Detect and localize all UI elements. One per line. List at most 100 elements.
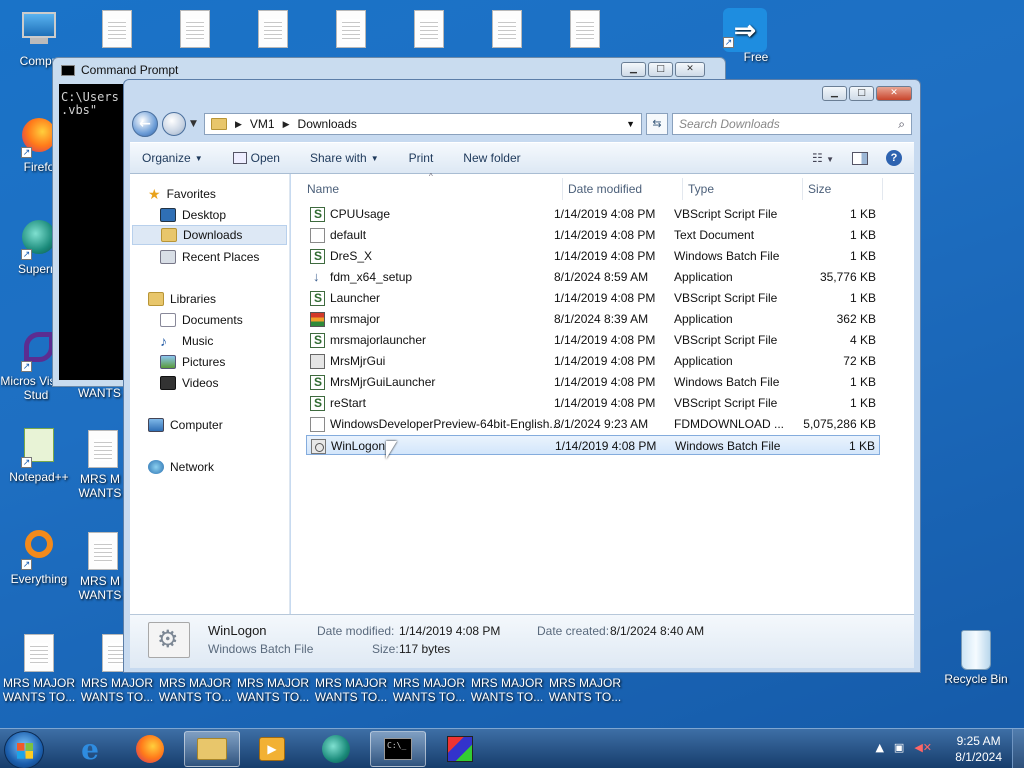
preview-pane-icon[interactable] (852, 151, 868, 165)
nav-favorites[interactable]: ★ Favorites (148, 184, 216, 204)
address-dropdown-icon[interactable]: ▼ (626, 119, 635, 129)
organize-button[interactable]: Organize ▼ (142, 151, 203, 165)
taskbar-media-player[interactable]: ▶ (244, 731, 300, 767)
search-input[interactable]: Search Downloads ⌕ (672, 113, 912, 135)
desktop-icon-notepadpp[interactable]: ↗ Notepad++ (0, 428, 78, 484)
desktop-doc[interactable] (78, 10, 156, 52)
supermium-icon (322, 735, 350, 763)
file-row[interactable]: default 1/14/2019 4:08 PM Text Document 1 K… (306, 225, 880, 245)
column-divider[interactable] (562, 178, 563, 200)
document-icon (567, 10, 603, 50)
column-header-type[interactable]: Type (688, 182, 714, 196)
file-row[interactable]: Launcher 1/14/2019 4:08 PM VBScript Script… (306, 288, 880, 308)
desktop-doc[interactable] (546, 10, 624, 52)
desktop-doc-mrs[interactable]: MRS MAJOR WANTS TO... (0, 634, 78, 704)
file-row[interactable]: reStart 1/14/2019 4:08 PM VBScript Script … (306, 393, 880, 413)
column-header-date[interactable]: Date modified (568, 182, 642, 196)
file-row[interactable]: DreS_X 1/14/2019 4:08 PM Windows Batch Fil… (306, 246, 880, 266)
column-divider[interactable] (682, 178, 683, 200)
nav-computer[interactable]: Computer (148, 415, 223, 435)
desktop-doc[interactable] (390, 10, 468, 52)
show-desktop-button[interactable] (1012, 729, 1024, 768)
desktop-icon-free[interactable]: ⇒ ↗ Free (702, 8, 780, 64)
nav-network[interactable]: Network (148, 457, 214, 477)
column-header-size[interactable]: Size (808, 182, 831, 196)
nav-music[interactable]: ♪ Music (160, 331, 213, 351)
address-bar[interactable]: ▶ VM1 ▶ Downloads ▼ (204, 113, 642, 135)
nav-videos[interactable]: Videos (160, 373, 218, 393)
minimize-button[interactable]: ▁ (822, 86, 847, 101)
breadcrumb-downloads[interactable]: Downloads (298, 117, 357, 131)
file-date: 1/14/2019 4:08 PM (554, 333, 656, 347)
breadcrumb-separator-icon[interactable]: ▶ (235, 119, 242, 130)
share-with-button[interactable]: Share with ▼ (310, 151, 379, 165)
start-button[interactable] (4, 731, 44, 768)
show-hidden-icons-icon[interactable]: ▲ (875, 741, 883, 754)
forward-button[interactable] (162, 112, 186, 136)
file-row[interactable]: WindowsDeveloperPreview-64bit-English...… (306, 414, 880, 434)
nav-documents[interactable]: Documents (160, 310, 243, 330)
desktop-icon-label: Firefo (23, 160, 55, 174)
desktop-icon-recycle-bin[interactable]: Recycle Bin (936, 630, 1016, 686)
file-row[interactable]: MrsMjrGui 1/14/2019 4:08 PM Application 72 … (306, 351, 880, 371)
taskbar-internet-explorer[interactable]: e (62, 731, 118, 767)
details-date-created-label: Date created: (537, 624, 610, 638)
desktop-doc[interactable] (234, 10, 312, 52)
new-folder-button[interactable]: New folder (463, 151, 520, 165)
taskbar-supermium[interactable] (308, 731, 364, 767)
file-size: 5,075,286 KB (803, 417, 876, 431)
desktop-icon-everything[interactable]: ↗ Everything (0, 530, 78, 586)
taskbar-firefox[interactable] (122, 731, 178, 767)
nav-desktop[interactable]: Desktop (160, 205, 226, 225)
nav-downloads[interactable]: Downloads (132, 225, 287, 245)
file-size: 72 KB (843, 354, 876, 368)
file-row[interactable]: fdm_x64_setup 8/1/2024 8:59 AM Application… (306, 267, 880, 287)
desktop-icon-label: MRS MAJOR WANTS TO... (158, 676, 232, 704)
file-row[interactable]: CPUUsage 1/14/2019 4:08 PM VBScript Script… (306, 204, 880, 224)
file-row[interactable]: mrsmajorlauncher 1/14/2019 4:08 PM VBScrip… (306, 330, 880, 350)
desktop-icon-mrs-partial[interactable]: WANTS (78, 386, 128, 400)
file-name: WindowsDeveloperPreview-64bit-English... (330, 417, 560, 431)
close-button[interactable]: ✕ (675, 62, 705, 77)
taskbar-command-prompt[interactable]: C:\_ (370, 731, 426, 767)
file-row[interactable]: mrsmajor 8/1/2024 8:39 AM Application 362 K… (306, 309, 880, 329)
file-date: 1/14/2019 4:08 PM (554, 291, 656, 305)
cmd-title: Command Prompt (81, 63, 179, 77)
mrs-file-icon (310, 312, 325, 327)
view-options-icon[interactable]: ☷ ▼ (812, 151, 834, 165)
network-icon[interactable]: ▣ (894, 741, 904, 754)
free-download-manager-icon: ⇒ ↗ (723, 8, 767, 52)
minimize-button[interactable]: ▁ (621, 62, 646, 77)
column-header-name[interactable]: Name (307, 182, 339, 196)
recent-pages-dropdown[interactable]: ▼ (190, 119, 200, 129)
explorer-window[interactable]: ▁ □ ✕ ← ▼ ▶ VM1 ▶ Downloads ▼ ⇆ Search D… (123, 79, 921, 673)
file-type: VBScript Script File (674, 396, 778, 410)
maximize-button[interactable]: □ (648, 62, 673, 77)
taskbar-app[interactable] (432, 731, 488, 767)
volume-muted-icon[interactable]: ◀✕ (914, 741, 932, 754)
desktop-doc[interactable] (468, 10, 546, 52)
desktop-icon-mrs-partial[interactable]: MRS M WANTS (78, 532, 128, 602)
open-button[interactable]: Open (232, 151, 280, 165)
desktop-doc[interactable] (312, 10, 390, 52)
desktop-icon-mrs-partial[interactable]: MRS M WANTS (78, 430, 128, 500)
nav-libraries[interactable]: Libraries (148, 289, 216, 309)
column-divider[interactable] (802, 178, 803, 200)
breadcrumb-separator-icon[interactable]: ▶ (283, 119, 290, 130)
column-divider[interactable] (882, 178, 883, 200)
file-date: 8/1/2024 8:59 AM (554, 270, 649, 284)
print-button[interactable]: Print (409, 151, 434, 165)
file-row[interactable]: MrsMjrGuiLauncher 1/14/2019 4:08 PM Window… (306, 372, 880, 392)
taskbar-explorer[interactable] (184, 731, 240, 767)
refresh-button[interactable]: ⇆ (646, 113, 668, 135)
clock[interactable]: 9:25 AM 8/1/2024 (955, 733, 1002, 765)
help-icon[interactable]: ? (886, 150, 902, 166)
nav-recent-places[interactable]: Recent Places (160, 247, 259, 267)
nav-label: Videos (182, 376, 219, 390)
close-button[interactable]: ✕ (876, 86, 912, 101)
maximize-button[interactable]: □ (849, 86, 874, 101)
nav-pictures[interactable]: Pictures (160, 352, 225, 372)
desktop-doc[interactable] (156, 10, 234, 52)
back-button[interactable]: ← (132, 111, 158, 137)
breadcrumb-vm1[interactable]: VM1 (250, 117, 275, 131)
